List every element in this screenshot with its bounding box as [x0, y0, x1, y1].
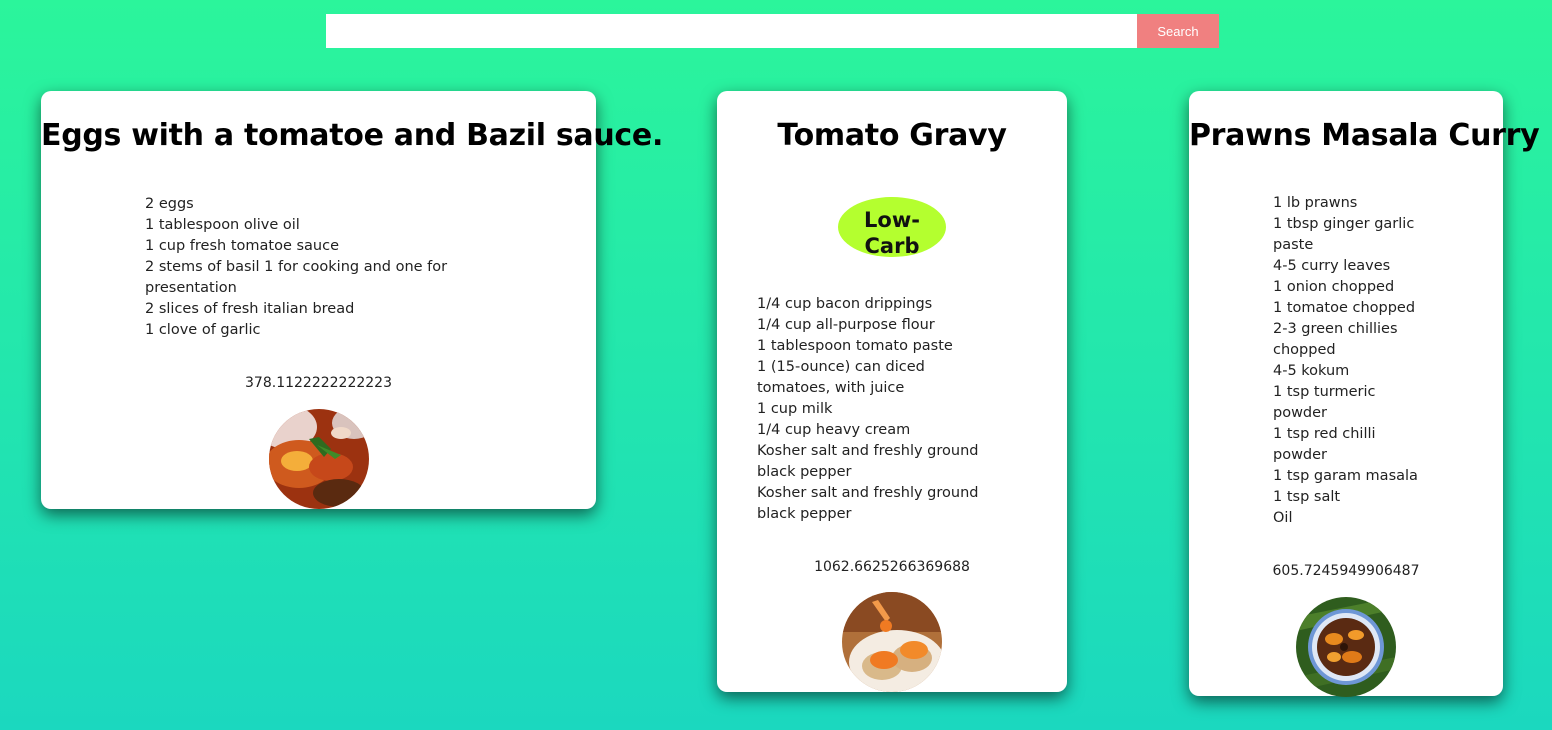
ingredient-item: 1 tablespoon tomato paste [757, 338, 953, 354]
calorie-value: 378.1122222222223 [245, 375, 392, 391]
recipe-card: Eggs with a tomatoe and Bazil sauce. 2 e… [41, 91, 664, 509]
ingredient-item: 1/4 cup heavy cream [757, 422, 911, 438]
ingredient-item: 2 slices of fresh italian bread [145, 301, 355, 317]
ingredient-item: 2-3 green chillies chopped [1273, 321, 1398, 358]
ingredient-item: 1 tsp garam masala [1273, 468, 1418, 484]
ingredient-item: 1/4 cup bacon drippings [757, 296, 933, 312]
search-input[interactable] [326, 14, 1137, 48]
recipe-title: Tomato Gravy [777, 118, 1007, 153]
ingredient-item: 1 cup milk [757, 401, 833, 417]
tomato-gravy-biscuits-photo [842, 592, 942, 692]
recipe-card: Tomato Gravy Low-Carb 1/4 cup bacon drip… [717, 91, 1067, 692]
ingredient-list: 2 eggs 1 tablespoon olive oil 1 cup fres… [145, 194, 460, 341]
recipe-title: Eggs with a tomatoe and Bazil sauce. [41, 118, 664, 153]
ingredient-item: 2 eggs [145, 196, 194, 212]
ingredient-item: 1 onion chopped [1273, 279, 1395, 295]
eggs-tomato-sauce-photo [269, 409, 369, 509]
ingredient-item: 1 tablespoon olive oil [145, 217, 300, 233]
calorie-value: 1062.6625266369688 [814, 559, 970, 575]
ingredient-item: 1 cup fresh tomatoe sauce [145, 238, 340, 254]
ingredient-item: 1 clove of garlic [145, 322, 261, 338]
ingredient-item: 4-5 curry leaves [1273, 258, 1391, 274]
ingredient-list: 1/4 cup bacon drippings 1/4 cup all-purp… [757, 294, 1002, 525]
ingredient-item: Kosher salt and freshly ground black pep… [757, 443, 979, 480]
diet-label-badge: Low-Carb [838, 197, 946, 258]
search-button[interactable]: Search [1137, 14, 1219, 48]
ingredient-item: Kosher salt and freshly ground black pep… [757, 485, 979, 522]
recipe-card: Prawns Masala Curry 1 lb prawns 1 tbsp g… [1189, 91, 1540, 697]
ingredient-item: 1/4 cup all-purpose flour [757, 317, 935, 333]
calorie-value: 605.7245949906487 [1272, 563, 1420, 579]
ingredient-list: 1 lb prawns 1 tbsp ginger garlic paste 4… [1273, 193, 1423, 529]
prawns-masala-bowl-photo [1296, 597, 1396, 697]
search-bar: Search [326, 14, 1219, 48]
ingredient-item: Oil [1273, 510, 1293, 526]
ingredient-item: 1 lb prawns [1273, 195, 1358, 211]
ingredient-item: 2 stems of basil 1 for cooking and one f… [145, 259, 448, 296]
ingredient-item: 1 tomatoe chopped [1273, 300, 1416, 316]
recipe-title: Prawns Masala Curry [1189, 118, 1540, 153]
ingredient-item: 1 tsp salt [1273, 489, 1341, 505]
ingredient-item: 1 (15-ounce) can diced tomatoes, with ju… [757, 359, 925, 396]
ingredient-item: 1 tbsp ginger garlic paste [1273, 216, 1415, 253]
diet-label: Low-Carb [864, 208, 920, 258]
ingredient-item: 1 tsp red chilli powder [1273, 426, 1376, 463]
ingredient-item: 1 tsp turmeric powder [1273, 384, 1376, 421]
ingredient-item: 4-5 kokum [1273, 363, 1350, 379]
